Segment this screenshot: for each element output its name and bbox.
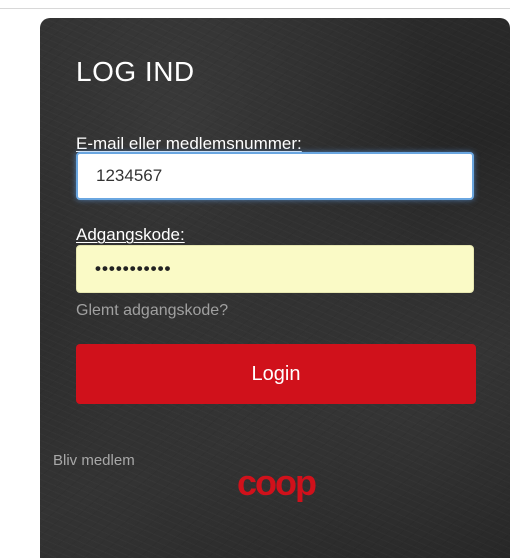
coop-logo-text: coop: [237, 462, 316, 502]
join-member-link[interactable]: Bliv medlem: [53, 452, 135, 469]
login-button[interactable]: Login: [76, 344, 476, 404]
email-field[interactable]: [76, 152, 474, 200]
login-title: LOG IND: [76, 56, 195, 87]
top-divider: [0, 8, 510, 9]
coop-logo: coop: [237, 462, 318, 502]
forgot-password-link[interactable]: Glemt adgangskode?: [76, 302, 228, 320]
password-field[interactable]: [76, 245, 474, 293]
email-label: E-mail eller medlemsnummer:: [76, 134, 302, 153]
password-label: Adgangskode:: [76, 225, 185, 244]
